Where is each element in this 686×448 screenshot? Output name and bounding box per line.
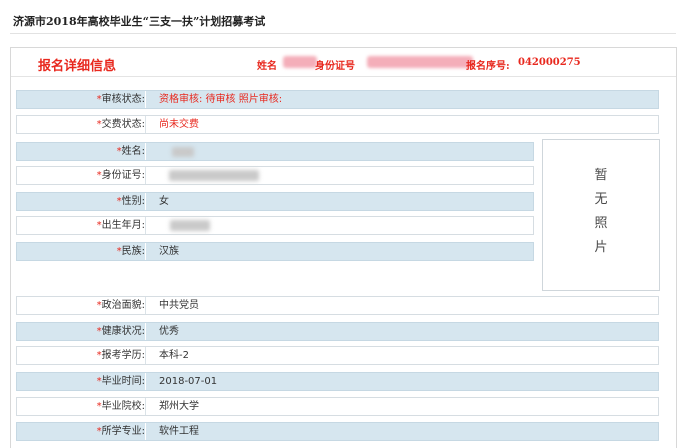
value-payment-status: 尚未交费 [159, 119, 199, 130]
label-political-status: 政治面貌: [101, 300, 145, 311]
registration-detail-panel: 报名详细信息 姓名 身份证号 报名序号: 042000275 *审核状态: 资格… [10, 47, 677, 448]
value-ethnicity: 汉族 [159, 246, 179, 257]
label-ethnicity: 民族: [121, 246, 145, 257]
blurred-birth-date [170, 220, 210, 231]
row-education: *报考学历: 本科-2 [16, 346, 659, 365]
label-graduation-date: 毕业时间: [101, 376, 145, 387]
value-political-status: 中共党员 [159, 300, 199, 311]
value-health-status: 优秀 [159, 326, 179, 337]
title-divider [10, 33, 676, 34]
value-graduation-date: 2018-07-01 [159, 376, 218, 387]
row-birth-date: *出生年月: [16, 216, 534, 235]
label-university: 毕业院校: [101, 401, 145, 412]
row-name: *姓名: [16, 142, 534, 161]
value-review-status: 资格审核: 待审核 照片审核: [159, 94, 283, 105]
label-review-status: 审核状态: [101, 94, 145, 105]
label-name: 姓名: [121, 146, 145, 157]
value-gender: 女 [159, 196, 169, 207]
row-id-number: *身份证号: [16, 166, 534, 185]
page-title: 济源市2018年高校毕业生“三支一扶”计划招募考试 [13, 15, 266, 28]
label-birth-date: 出生年月: [101, 220, 145, 231]
row-gender: *性别: 女 [16, 192, 534, 211]
redacted-id-number [367, 56, 473, 68]
row-university: *毕业院校: 郑州大学 [16, 397, 659, 416]
label-education: 报考学历: [101, 350, 145, 361]
label-major: 所学专业: [101, 426, 145, 437]
value-education: 本科-2 [159, 350, 189, 361]
row-ethnicity: *民族: 汉族 [16, 242, 534, 261]
header-id-label: 身份证号 [315, 61, 355, 72]
row-major: *所学专业: 软件工程 [16, 422, 659, 441]
row-review-status: *审核状态: 资格审核: 待审核 照片审核: [16, 90, 659, 109]
blurred-id-number [169, 170, 259, 181]
label-payment-status: 交费状态: [101, 119, 145, 130]
label-health-status: 健康状况: [101, 326, 145, 337]
label-gender: 性别: [121, 196, 145, 207]
no-photo-text: 暂 无 照 片 [594, 168, 608, 255]
header-name-label: 姓名 [257, 61, 277, 72]
value-major: 软件工程 [159, 426, 199, 437]
row-payment-status: *交费状态: 尚未交费 [16, 115, 659, 134]
row-graduation-date: *毕业时间: 2018-07-01 [16, 372, 659, 391]
header-serial-label: 报名序号: [466, 61, 510, 72]
row-political-status: *政治面貌: 中共党员 [16, 296, 659, 315]
header-serial-value: 042000275 [518, 57, 581, 68]
row-health-status: *健康状况: 优秀 [16, 322, 659, 341]
label-id-number: 身份证号: [101, 170, 145, 181]
panel-header: 报名详细信息 姓名 身份证号 报名序号: 042000275 [11, 48, 676, 77]
value-university: 郑州大学 [159, 401, 199, 412]
photo-placeholder: 暂 无 照 片 [542, 139, 660, 291]
blurred-name [172, 147, 194, 157]
redacted-name [283, 56, 317, 68]
panel-title: 报名详细信息 [38, 59, 117, 74]
